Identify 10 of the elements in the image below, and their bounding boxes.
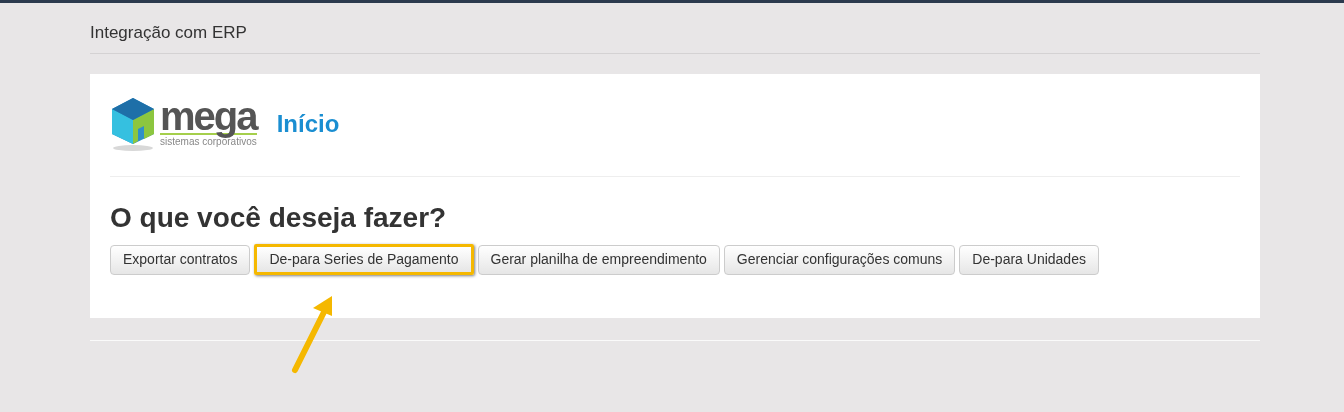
page-title: Integração com ERP <box>90 22 248 43</box>
action-button[interactable]: Gerenciar configurações comuns <box>723 244 956 275</box>
action-button[interactable]: De-para Unidades <box>959 244 1099 275</box>
logo-tagline: sistemas corporativos <box>160 136 257 149</box>
action-button[interactable]: De-para Series de Pagamento <box>254 244 474 275</box>
action-button[interactable]: Gerar planilha de empreendimento <box>477 244 720 275</box>
action-button[interactable]: Exportar contratos <box>110 244 251 275</box>
section-title: Início <box>276 109 340 139</box>
question-heading: O que você deseja fazer? <box>110 201 448 235</box>
cube-logo-icon <box>110 96 156 152</box>
